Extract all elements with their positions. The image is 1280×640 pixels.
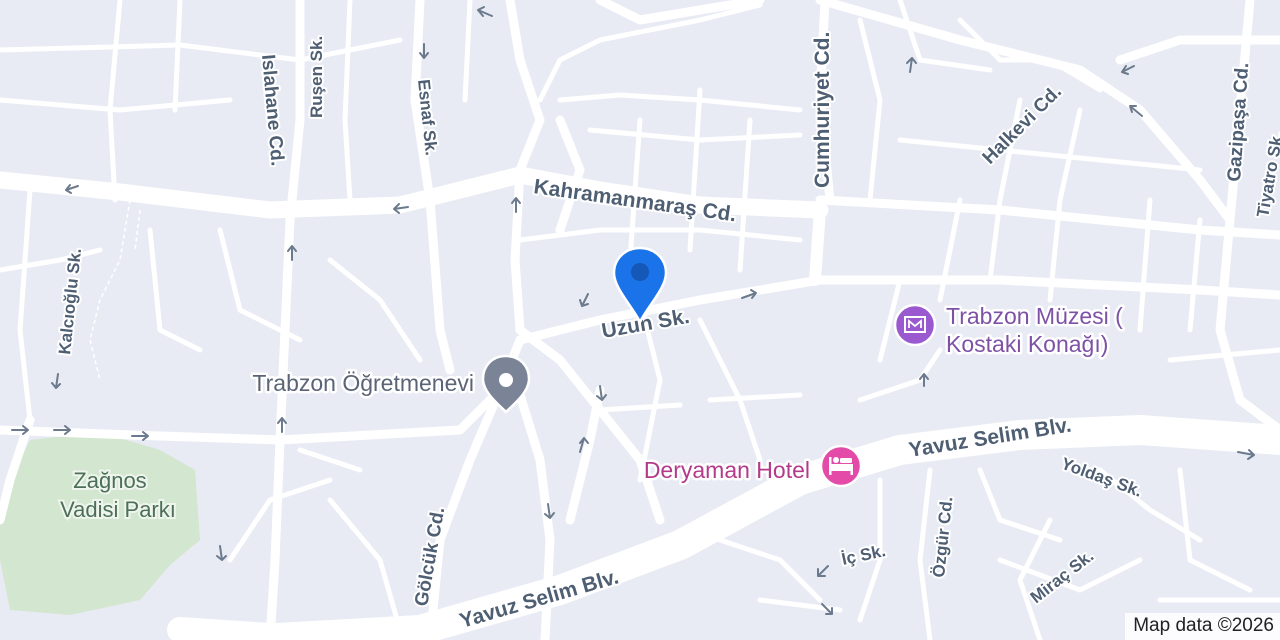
poi-label-ogretmenevi: Trabzon Öğretmenevi [252, 370, 474, 396]
street-label-cumhuriyet: Cumhuriyet Cd. [811, 32, 834, 188]
street-label-rusen: Ruşen Sk. [307, 36, 326, 118]
poi-label-hotel: Deryaman Hotel [644, 457, 810, 483]
park-label-line1: Zağnos [73, 468, 146, 493]
museum-icon [893, 303, 937, 347]
poi-label-museum-line2: Kostaki Konağı) [946, 331, 1108, 357]
poi-label-museum-line1: Trabzon Müzesi ( [946, 303, 1123, 329]
hotel-bed-icon [819, 444, 863, 488]
map-attribution: Map data ©2026 [1125, 613, 1280, 640]
map-canvas[interactable]: Kahramanmaraş Cd. Uzun Sk. Cumhuriyet Cd… [0, 0, 1280, 640]
park-label-line2: Vadisi Parkı [60, 497, 176, 522]
